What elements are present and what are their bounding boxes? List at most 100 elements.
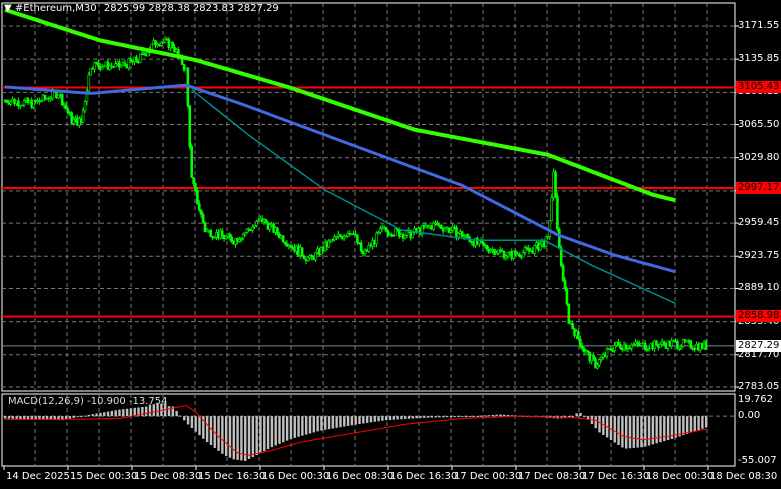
candle-body bbox=[599, 357, 603, 360]
candle-body bbox=[17, 100, 20, 107]
candle-body bbox=[60, 93, 64, 106]
candle-body bbox=[386, 230, 390, 236]
macd-histogram-bar bbox=[693, 416, 696, 432]
time-tick-label: 15 Dec 16:30 bbox=[198, 471, 266, 482]
macd-histogram-bar bbox=[377, 416, 380, 422]
level-price-tag[interactable]: 3105.43 bbox=[736, 81, 781, 94]
macd-histogram-bar bbox=[689, 416, 693, 433]
candle-body bbox=[123, 62, 127, 66]
macd-histogram-bar bbox=[11, 416, 15, 419]
price-chart[interactable] bbox=[0, 0, 781, 489]
macd-label: MACD(12,26,9) -10.900 -13.754 bbox=[8, 396, 168, 407]
macd-histogram-bar bbox=[198, 416, 201, 436]
macd-tick-label: -55.007 bbox=[738, 455, 777, 466]
triangle-down-icon[interactable]: ▼ bbox=[4, 3, 12, 14]
candle-body bbox=[264, 219, 268, 224]
macd-histogram-bar bbox=[99, 412, 102, 417]
macd-histogram-bar bbox=[655, 416, 658, 444]
macd-histogram-bar bbox=[365, 416, 369, 423]
candle-body bbox=[485, 245, 489, 250]
macd-histogram-bar bbox=[4, 416, 7, 419]
macd-histogram-bar bbox=[304, 416, 308, 435]
macd-histogram-bar bbox=[480, 415, 483, 417]
macd-histogram-bar bbox=[701, 416, 704, 429]
candle-body bbox=[327, 240, 331, 248]
macd-histogram-bar bbox=[346, 416, 350, 426]
candle-body bbox=[577, 330, 580, 340]
macd-histogram-bar bbox=[167, 406, 171, 417]
candle-body bbox=[224, 235, 228, 239]
macd-histogram-bar bbox=[308, 416, 312, 434]
candle-body bbox=[403, 235, 407, 239]
macd-histogram-bar bbox=[95, 413, 98, 417]
macd-histogram-bar bbox=[194, 416, 197, 432]
macd-histogram-bar bbox=[19, 416, 22, 420]
macd-histogram-bar bbox=[705, 416, 708, 428]
macd-histogram-bar bbox=[224, 416, 228, 457]
price-tick-label: 2923.75 bbox=[738, 250, 780, 262]
candle-body bbox=[559, 247, 563, 267]
candle-body bbox=[194, 183, 197, 191]
macd-histogram-bar bbox=[362, 416, 365, 424]
macd-histogram-bar bbox=[285, 416, 289, 441]
macd-histogram-bar bbox=[678, 416, 681, 437]
price-tick-label: 2783.05 bbox=[738, 381, 780, 392]
macd-histogram-bar bbox=[685, 416, 689, 434]
macd-histogram-bar bbox=[434, 416, 437, 418]
macd-histogram-bar bbox=[464, 416, 468, 418]
macd-histogram-bar bbox=[221, 416, 224, 454]
macd-histogram-bar bbox=[122, 409, 125, 417]
candle-body bbox=[251, 226, 254, 231]
macd-histogram-bar bbox=[179, 415, 182, 417]
candle-body bbox=[436, 222, 439, 226]
candle-body bbox=[571, 323, 574, 330]
candle-body bbox=[613, 345, 616, 351]
macd-histogram-bar bbox=[594, 416, 597, 429]
candle-body bbox=[592, 355, 595, 360]
macd-histogram-bar bbox=[419, 416, 422, 418]
candle-body bbox=[578, 338, 582, 347]
candle-body bbox=[563, 280, 567, 289]
candle-body bbox=[190, 146, 193, 178]
macd-histogram-bar bbox=[84, 415, 87, 417]
macd-histogram-bar bbox=[697, 416, 700, 431]
macd-histogram-bar bbox=[651, 416, 655, 445]
macd-histogram-bar bbox=[26, 416, 30, 420]
price-tick-label: 2889.10 bbox=[738, 282, 780, 294]
candle-body bbox=[114, 63, 117, 68]
macd-histogram-bar bbox=[369, 416, 373, 423]
candle-body bbox=[378, 228, 382, 233]
macd-histogram-bar bbox=[343, 416, 346, 427]
time-tick-label: 18 Dec 08:30 bbox=[710, 471, 778, 482]
candle-body bbox=[521, 252, 525, 258]
macd-histogram-bar bbox=[144, 406, 148, 417]
candle-body bbox=[22, 100, 26, 106]
macd-histogram-bar bbox=[87, 414, 91, 417]
candle-body bbox=[135, 56, 138, 62]
macd-histogram-bar bbox=[133, 407, 136, 417]
level-price-tag[interactable]: 2858.98 bbox=[736, 310, 781, 323]
macd-histogram-bar bbox=[472, 416, 476, 418]
trading-chart-window: ▼ #Ethereum,M30 2825.99 2828.38 2823.83 … bbox=[0, 0, 781, 489]
candle-body bbox=[596, 364, 599, 369]
time-tick-label: 16 Dec 16:30 bbox=[390, 471, 458, 482]
candle-body bbox=[255, 220, 258, 226]
macd-histogram-bar bbox=[80, 416, 83, 418]
macd-histogram-bar bbox=[644, 416, 647, 447]
candle-body bbox=[689, 340, 693, 349]
macd-histogram-bar bbox=[579, 412, 582, 417]
macd-histogram-bar bbox=[392, 416, 395, 420]
macd-histogram-bar bbox=[209, 416, 213, 446]
macd-histogram-bar bbox=[118, 409, 121, 417]
macd-histogram-bar bbox=[404, 416, 407, 419]
macd-tick-label: 19.762 bbox=[738, 394, 773, 405]
candle-body bbox=[356, 234, 359, 243]
macd-histogram-bar bbox=[190, 416, 194, 429]
candle-body bbox=[527, 248, 531, 252]
candle-body bbox=[192, 177, 195, 184]
macd-histogram-bar bbox=[91, 414, 95, 417]
macd-histogram-bar bbox=[320, 416, 323, 431]
macd-histogram-bar bbox=[68, 416, 72, 419]
level-price-tag[interactable]: 2997.17 bbox=[736, 182, 781, 195]
candle-body bbox=[466, 234, 470, 238]
